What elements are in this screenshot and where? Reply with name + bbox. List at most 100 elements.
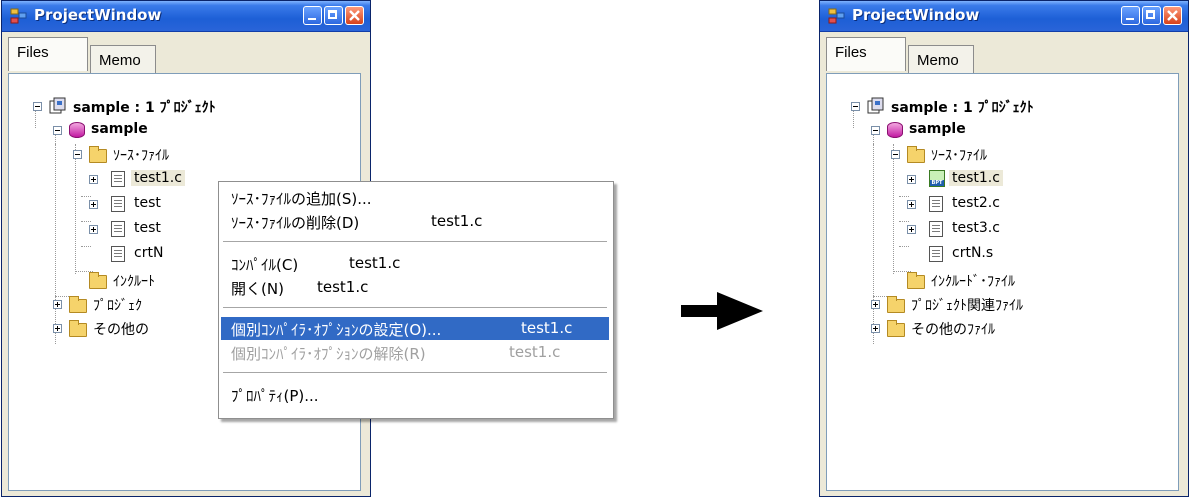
tree-item-label: test xyxy=(134,220,161,236)
collapse-icon[interactable] xyxy=(53,126,62,135)
file-icon xyxy=(111,246,125,262)
menu-item-label: ﾌﾟﾛﾊﾟﾃｨ(P)... xyxy=(231,387,319,405)
folder-icon xyxy=(69,320,87,337)
file-icon xyxy=(929,221,943,237)
file-icon xyxy=(929,196,943,212)
project-icon xyxy=(867,97,884,114)
tree-item-label: crtN.s xyxy=(952,245,994,261)
maximize-button[interactable] xyxy=(324,6,343,25)
menu-item-label: ｿｰｽ･ﾌｧｲﾙの追加(S)... xyxy=(231,190,372,208)
menu-item-clear-compiler-options[interactable]: 個別ｺﾝﾊﾟｲﾗ･ｵﾌﾟｼｮﾝの解除(R) test1.c xyxy=(221,341,609,364)
expand-icon[interactable] xyxy=(907,200,916,209)
menu-separator xyxy=(223,372,607,373)
tree-item-label: test1.c xyxy=(131,170,185,186)
tree-item-label: sample : 1 ﾌﾟﾛｼﾞｪｸﾄ xyxy=(73,100,216,116)
menu-item-properties[interactable]: ﾌﾟﾛﾊﾟﾃｨ(P)... xyxy=(221,383,609,406)
expand-icon[interactable] xyxy=(89,175,98,184)
minimize-button[interactable] xyxy=(303,6,322,25)
tree-item-label: その他のﾌｧｲﾙ xyxy=(911,322,995,338)
menu-item-label: 個別ｺﾝﾊﾟｲﾗ･ｵﾌﾟｼｮﾝの解除(R) xyxy=(231,345,426,363)
tree-item-label: ｲﾝｸﾙｰﾄﾞ･ﾌｧｲﾙ xyxy=(931,274,1015,290)
tree-item-label: sample : 1 ﾌﾟﾛｼﾞｪｸﾄ xyxy=(891,100,1034,116)
menu-item-open[interactable]: 開く(N) test1.c xyxy=(221,276,609,299)
project-window-right: ProjectWindow Files Memo sample : 1 ﾌﾟﾛｼ… xyxy=(819,0,1189,497)
folder-icon xyxy=(907,272,925,289)
tree-item-label: test3.c xyxy=(952,220,1000,236)
expand-icon[interactable] xyxy=(53,300,62,309)
database-icon xyxy=(887,122,903,138)
tree-item-label: ｿｰｽ･ﾌｧｲﾙ xyxy=(931,148,987,164)
close-button[interactable] xyxy=(345,6,364,25)
file-icon xyxy=(929,246,943,262)
expand-icon[interactable] xyxy=(89,225,98,234)
collapse-icon[interactable] xyxy=(33,102,42,111)
folder-icon xyxy=(69,296,87,313)
database-icon xyxy=(69,122,85,138)
menu-item-target: test1.c xyxy=(431,212,483,230)
folder-open-icon xyxy=(89,146,107,163)
expand-icon[interactable] xyxy=(907,175,916,184)
menu-item-compile[interactable]: ｺﾝﾊﾟｲﾙ(C) test1.c xyxy=(221,252,609,275)
collapse-icon[interactable] xyxy=(73,150,82,159)
tree-item-label: ｿｰｽ･ﾌｧｲﾙ xyxy=(113,148,169,164)
folder-open-icon xyxy=(907,146,925,163)
file-tree: sample : 1 ﾌﾟﾛｼﾞｪｸﾄ sample ｿｰｽ･ﾌｧｲﾙ BPT … xyxy=(826,73,1179,491)
expand-icon[interactable] xyxy=(89,200,98,209)
folder-icon xyxy=(887,296,905,313)
menu-item-target: test1.c xyxy=(349,254,401,272)
tree-item-label: ﾌﾟﾛｼﾞｪｸﾄ関連ﾌｧｲﾙ xyxy=(911,298,1023,314)
project-window-icon xyxy=(828,8,845,24)
tab-files[interactable]: Files xyxy=(8,37,88,71)
tree-item-label: test xyxy=(134,195,161,211)
tree-item-label: test1.c xyxy=(949,170,1003,186)
arrow-right-icon xyxy=(681,292,763,330)
file-icon xyxy=(111,171,125,187)
collapse-icon[interactable] xyxy=(851,102,860,111)
tab-files[interactable]: Files xyxy=(826,37,906,71)
menu-item-label: 開く(N) xyxy=(231,280,284,298)
menu-item-target: test1.c xyxy=(317,278,369,296)
maximize-button[interactable] xyxy=(1142,6,1161,25)
minimize-button[interactable] xyxy=(1121,6,1140,25)
file-icon xyxy=(111,196,125,212)
context-menu: ｿｰｽ･ﾌｧｲﾙの追加(S)... ｿｰｽ･ﾌｧｲﾙの削除(D) test1.c… xyxy=(218,181,614,419)
menu-item-label: 個別ｺﾝﾊﾟｲﾗ･ｵﾌﾟｼｮﾝの設定(O)... xyxy=(231,321,442,339)
folder-icon xyxy=(89,272,107,289)
tab-memo[interactable]: Memo xyxy=(90,45,156,73)
project-icon xyxy=(49,97,66,114)
tree-item-label: crtN xyxy=(134,245,164,261)
tree-item-label: test2.c xyxy=(952,195,1000,211)
tree-item-label: sample xyxy=(909,121,966,137)
tab-memo[interactable]: Memo xyxy=(908,45,974,73)
breakpoint-file-icon: BPT xyxy=(929,170,945,187)
close-icon xyxy=(1167,10,1178,21)
file-icon xyxy=(111,221,125,237)
expand-icon[interactable] xyxy=(907,225,916,234)
folder-icon xyxy=(887,320,905,337)
title-bar[interactable]: ProjectWindow xyxy=(2,1,370,32)
expand-icon[interactable] xyxy=(871,324,880,333)
collapse-icon[interactable] xyxy=(891,150,900,159)
menu-separator xyxy=(223,307,607,308)
expand-icon[interactable] xyxy=(53,324,62,333)
menu-item-label: ｺﾝﾊﾟｲﾙ(C) xyxy=(231,256,299,274)
project-window-icon xyxy=(10,8,27,24)
expand-icon[interactable] xyxy=(871,300,880,309)
title-bar[interactable]: ProjectWindow xyxy=(820,1,1188,32)
close-icon xyxy=(349,10,360,21)
menu-item-set-compiler-options[interactable]: 個別ｺﾝﾊﾟｲﾗ･ｵﾌﾟｼｮﾝの設定(O)... test1.c xyxy=(221,317,609,340)
collapse-icon[interactable] xyxy=(871,126,880,135)
tree-item-label: sample xyxy=(91,121,148,137)
menu-item-remove-source[interactable]: ｿｰｽ･ﾌｧｲﾙの削除(D) test1.c xyxy=(221,210,609,233)
window-title: ProjectWindow xyxy=(852,6,980,24)
menu-item-target: test1.c xyxy=(521,319,573,337)
menu-item-label: ｿｰｽ･ﾌｧｲﾙの削除(D) xyxy=(231,214,360,232)
menu-item-target: test1.c xyxy=(509,343,561,361)
window-title: ProjectWindow xyxy=(34,6,162,24)
menu-item-add-source[interactable]: ｿｰｽ･ﾌｧｲﾙの追加(S)... xyxy=(221,186,609,209)
menu-separator xyxy=(223,241,607,242)
close-button[interactable] xyxy=(1163,6,1182,25)
tree-item-label: ｲﾝｸﾙｰﾄ xyxy=(113,274,155,290)
bpt-badge: BPT xyxy=(930,180,944,186)
tree-item-label: その他の xyxy=(93,322,149,338)
